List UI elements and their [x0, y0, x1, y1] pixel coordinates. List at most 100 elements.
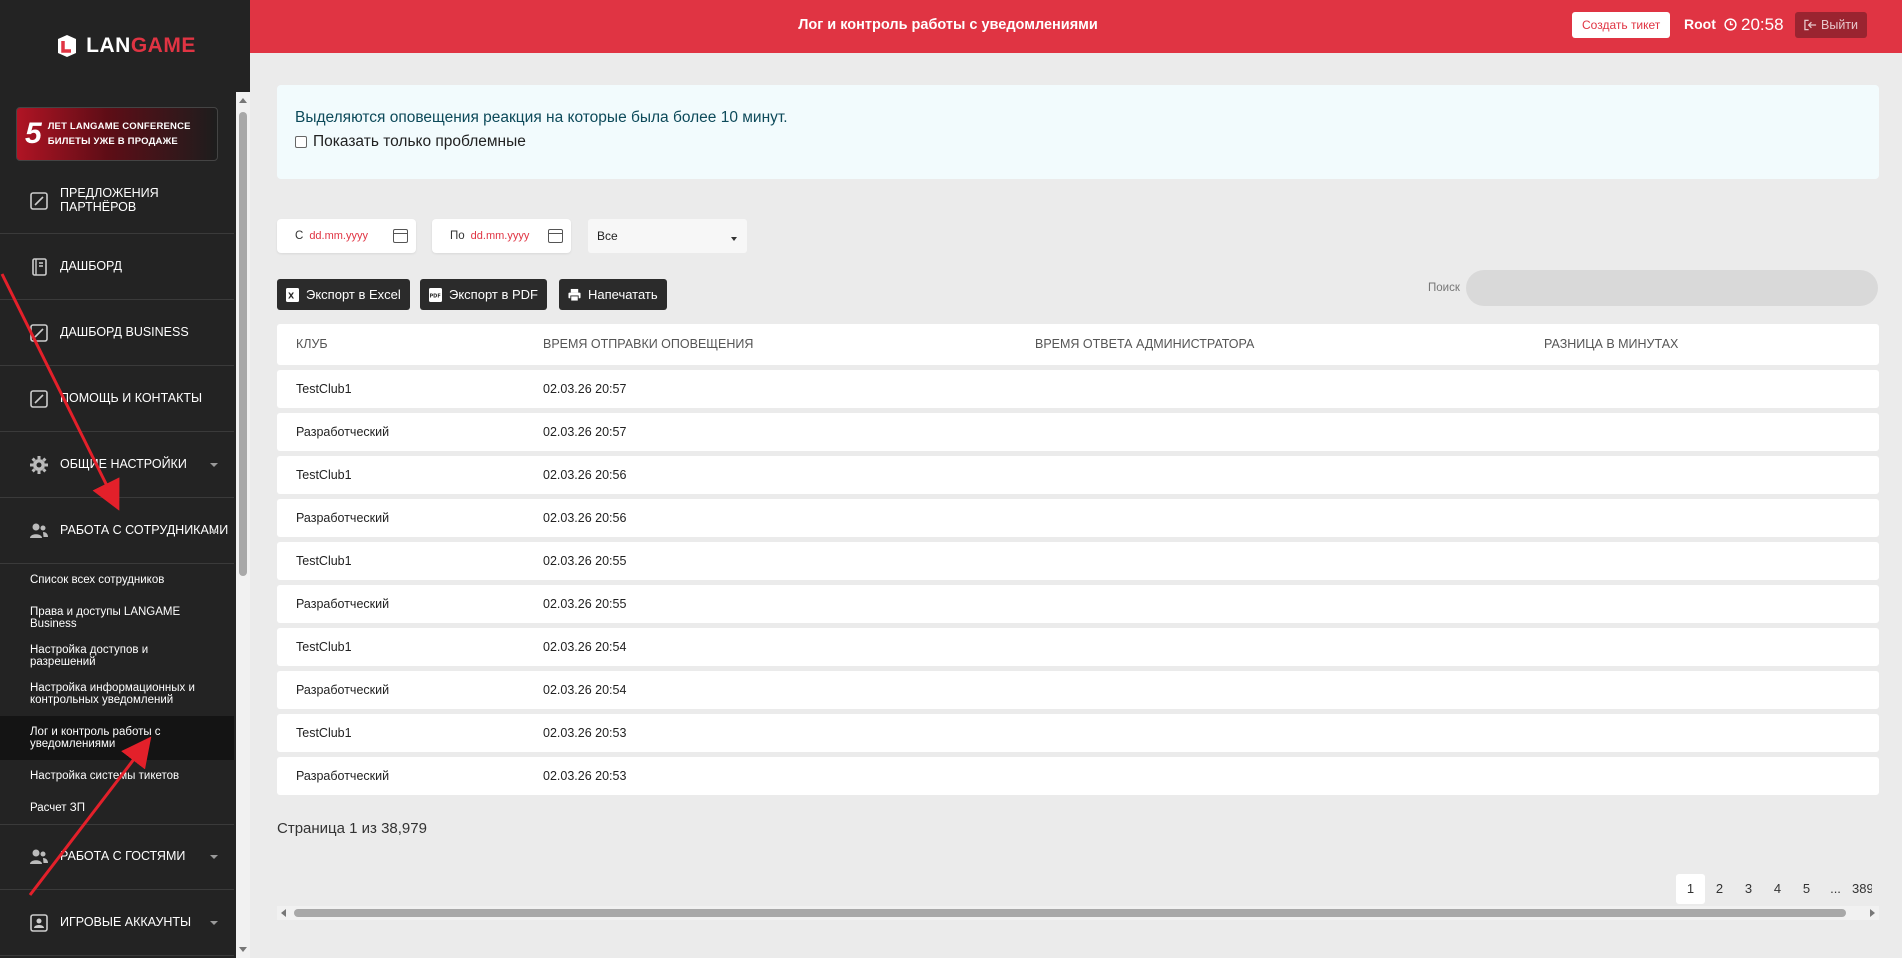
date-to-placeholder: dd.mm.yyyy	[470, 230, 530, 242]
scroll-right-icon[interactable]	[1870, 909, 1875, 917]
print-button[interactable]: Напечатать	[559, 279, 667, 310]
cell-club: TestClub1	[296, 554, 352, 568]
logo-text: LANGAME	[86, 34, 196, 57]
scroll-left-icon[interactable]	[281, 909, 286, 917]
submenu-item-ticket-settings[interactable]: Настройка системы тикетов	[0, 760, 234, 792]
cell-club: Разработческий	[296, 511, 390, 525]
table-row[interactable]: TestClub1 02.03.26 20:54	[277, 628, 1879, 666]
logout-button[interactable]: Выйти	[1795, 12, 1868, 38]
cell-club: TestClub1	[296, 640, 352, 654]
submenu-item-label: Расчет ЗП	[30, 801, 85, 814]
page-button-last[interactable]: 389	[1850, 874, 1872, 904]
cell-club: Разработческий	[296, 769, 390, 783]
info-alert: Выделяются оповещения реакция на которые…	[277, 85, 1879, 179]
sidebar-item-label: ДАШБОРД	[60, 258, 123, 273]
user-name[interactable]: Root	[1684, 0, 1716, 49]
page-title: Лог и контроль работы с уведомлениями	[798, 17, 1098, 33]
logout-label: Выйти	[1821, 18, 1859, 32]
button-label: Экспорт в Excel	[306, 287, 401, 302]
search-label: Поиск	[1428, 282, 1460, 294]
scroll-up-icon[interactable]	[239, 98, 247, 103]
sidebar-item-guests[interactable]: РАБОТА С ГОСТЯМИ	[0, 824, 234, 890]
excel-icon: X	[286, 287, 299, 302]
table-row[interactable]: Разработческий 02.03.26 20:57	[277, 413, 1879, 451]
table-row[interactable]: Разработческий 02.03.26 20:53	[277, 757, 1879, 795]
cell-sent-time: 02.03.26 20:54	[543, 683, 627, 697]
cell-club: Разработческий	[296, 425, 390, 439]
logo-icon	[58, 35, 77, 57]
sidebar-item-help[interactable]: ПОМОЩЬ И КОНТАКТЫ	[0, 366, 234, 432]
scrollbar-thumb[interactable]	[239, 112, 247, 576]
table-row[interactable]: Разработческий 02.03.26 20:55	[277, 585, 1879, 623]
sidebar-item-label: ИГРОВЫЕ АККАУНТЫ	[60, 914, 192, 929]
column-header-sent-time[interactable]: Время отправки оповещения	[543, 324, 753, 365]
create-ticket-button[interactable]: Создать тикет	[1572, 12, 1671, 38]
sidebar-item-label: ОБЩИЕ НАСТРОЙКИ	[60, 456, 187, 471]
top-header: Лог и контроль работы с уведомлениями Со…	[250, 0, 1902, 53]
sidebar-scrollbar[interactable]	[236, 92, 250, 958]
caret-down-icon	[731, 237, 737, 241]
export-excel-button[interactable]: X Экспорт в Excel	[277, 279, 410, 310]
problematic-only-checkbox[interactable]	[295, 136, 307, 148]
table-row[interactable]: Разработческий 02.03.26 20:54	[277, 671, 1879, 709]
table-header: Клуб Время отправки оповещения Время отв…	[277, 324, 1879, 365]
page-button-3[interactable]: 3	[1734, 874, 1763, 904]
scrollbar-thumb[interactable]	[294, 909, 1846, 917]
page-button-1[interactable]: 1	[1676, 874, 1705, 904]
page-ellipsis: ...	[1830, 881, 1841, 896]
calendar-icon[interactable]	[393, 229, 408, 243]
submenu-item-salary[interactable]: Расчет ЗП	[0, 792, 234, 824]
submenu-item-notification-settings[interactable]: Настройка информационных и контрольных у…	[0, 672, 234, 716]
promo-line-2: БИЛЕТЫ УЖЕ В ПРОДАЖЕ	[47, 136, 178, 147]
problematic-only-toggle[interactable]: Показать только проблемные	[295, 133, 1861, 151]
search-input[interactable]	[1466, 270, 1878, 306]
date-from-label: С	[295, 230, 304, 242]
cell-sent-time: 02.03.26 20:53	[543, 769, 627, 783]
table-row[interactable]: TestClub1 02.03.26 20:57	[277, 370, 1879, 408]
submenu-item-label: Лог и контроль работы с уведомлениями	[30, 725, 161, 750]
submenu-item-business-access[interactable]: Права и доступы LANGAME Business	[0, 596, 234, 640]
users-icon	[30, 523, 48, 538]
column-header-response-time[interactable]: Время ответа администратора	[1035, 324, 1254, 365]
chevron-down-icon	[210, 920, 218, 925]
chevron-down-icon	[210, 855, 218, 859]
date-to-input[interactable]: По dd.mm.yyyy	[432, 219, 571, 253]
scroll-down-icon[interactable]	[239, 947, 247, 952]
column-header-club[interactable]: Клуб	[296, 324, 328, 365]
submenu-item-all-staff[interactable]: Список всех сотрудников	[0, 564, 234, 596]
date-from-placeholder: dd.mm.yyyy	[309, 230, 368, 242]
sidebar-item-partners[interactable]: ПРЕДЛОЖЕНИЯ ПАРТНЁРОВ	[0, 168, 234, 234]
cell-club: Разработческий	[296, 597, 390, 611]
calendar-icon[interactable]	[548, 229, 563, 243]
sidebar-item-dashboard[interactable]: ДАШБОРД	[0, 234, 234, 300]
cell-club: TestClub1	[296, 726, 352, 740]
export-pdf-button[interactable]: PDF Экспорт в PDF	[420, 279, 547, 310]
logo[interactable]: LANGAME	[0, 0, 250, 92]
club-filter-select[interactable]: Все	[588, 219, 747, 253]
conference-promo-banner[interactable]: 5 ЛЕТ LANGAME CONFERENCE БИЛЕТЫ УЖЕ В ПР…	[16, 107, 218, 161]
sidebar-item-settings[interactable]: ОБЩИЕ НАСТРОЙКИ	[0, 432, 234, 498]
page-button-4[interactable]: 4	[1763, 874, 1792, 904]
page-button-2[interactable]: 2	[1705, 874, 1734, 904]
sidebar-item-game-accounts[interactable]: ИГРОВЫЕ АККАУНТЫ	[0, 890, 234, 956]
cell-club: TestClub1	[296, 382, 352, 396]
table-row[interactable]: TestClub1 02.03.26 20:53	[277, 714, 1879, 752]
button-label: Экспорт в PDF	[449, 287, 538, 302]
table-row[interactable]: TestClub1 02.03.26 20:56	[277, 456, 1879, 494]
pagination: 1 2 3 4 5 ... 389	[1676, 874, 1872, 904]
page-button-5[interactable]: 5	[1792, 874, 1821, 904]
table-horizontal-scrollbar[interactable]	[277, 906, 1879, 920]
sidebar-item-label: ПРЕДЛОЖЕНИЯ ПАРТНЁРОВ	[60, 186, 159, 214]
submenu-item-label: Настройка доступов и разрешений	[30, 643, 149, 668]
submenu-item-notification-log[interactable]: Лог и контроль работы с уведомлениями	[0, 716, 234, 760]
date-from-input[interactable]: С dd.mm.yyyy	[277, 219, 416, 253]
sidebar-item-dashboard-business[interactable]: ДАШБОРД BUSINESS	[0, 300, 234, 366]
gear-icon	[30, 455, 48, 474]
column-header-difference[interactable]: Разница в минутах	[1544, 324, 1678, 365]
sidebar-nav: ПРЕДЛОЖЕНИЯ ПАРТНЁРОВ ДАШБОРД ДАШБОРД BU…	[0, 168, 234, 956]
notebook-icon	[32, 257, 47, 276]
sidebar-item-staff[interactable]: РАБОТА С СОТРУДНИКАМИ	[0, 498, 234, 564]
table-row[interactable]: TestClub1 02.03.26 20:55	[277, 542, 1879, 580]
table-row[interactable]: Разработческий 02.03.26 20:56	[277, 499, 1879, 537]
submenu-item-access-settings[interactable]: Настройка доступов и разрешений	[0, 640, 234, 672]
